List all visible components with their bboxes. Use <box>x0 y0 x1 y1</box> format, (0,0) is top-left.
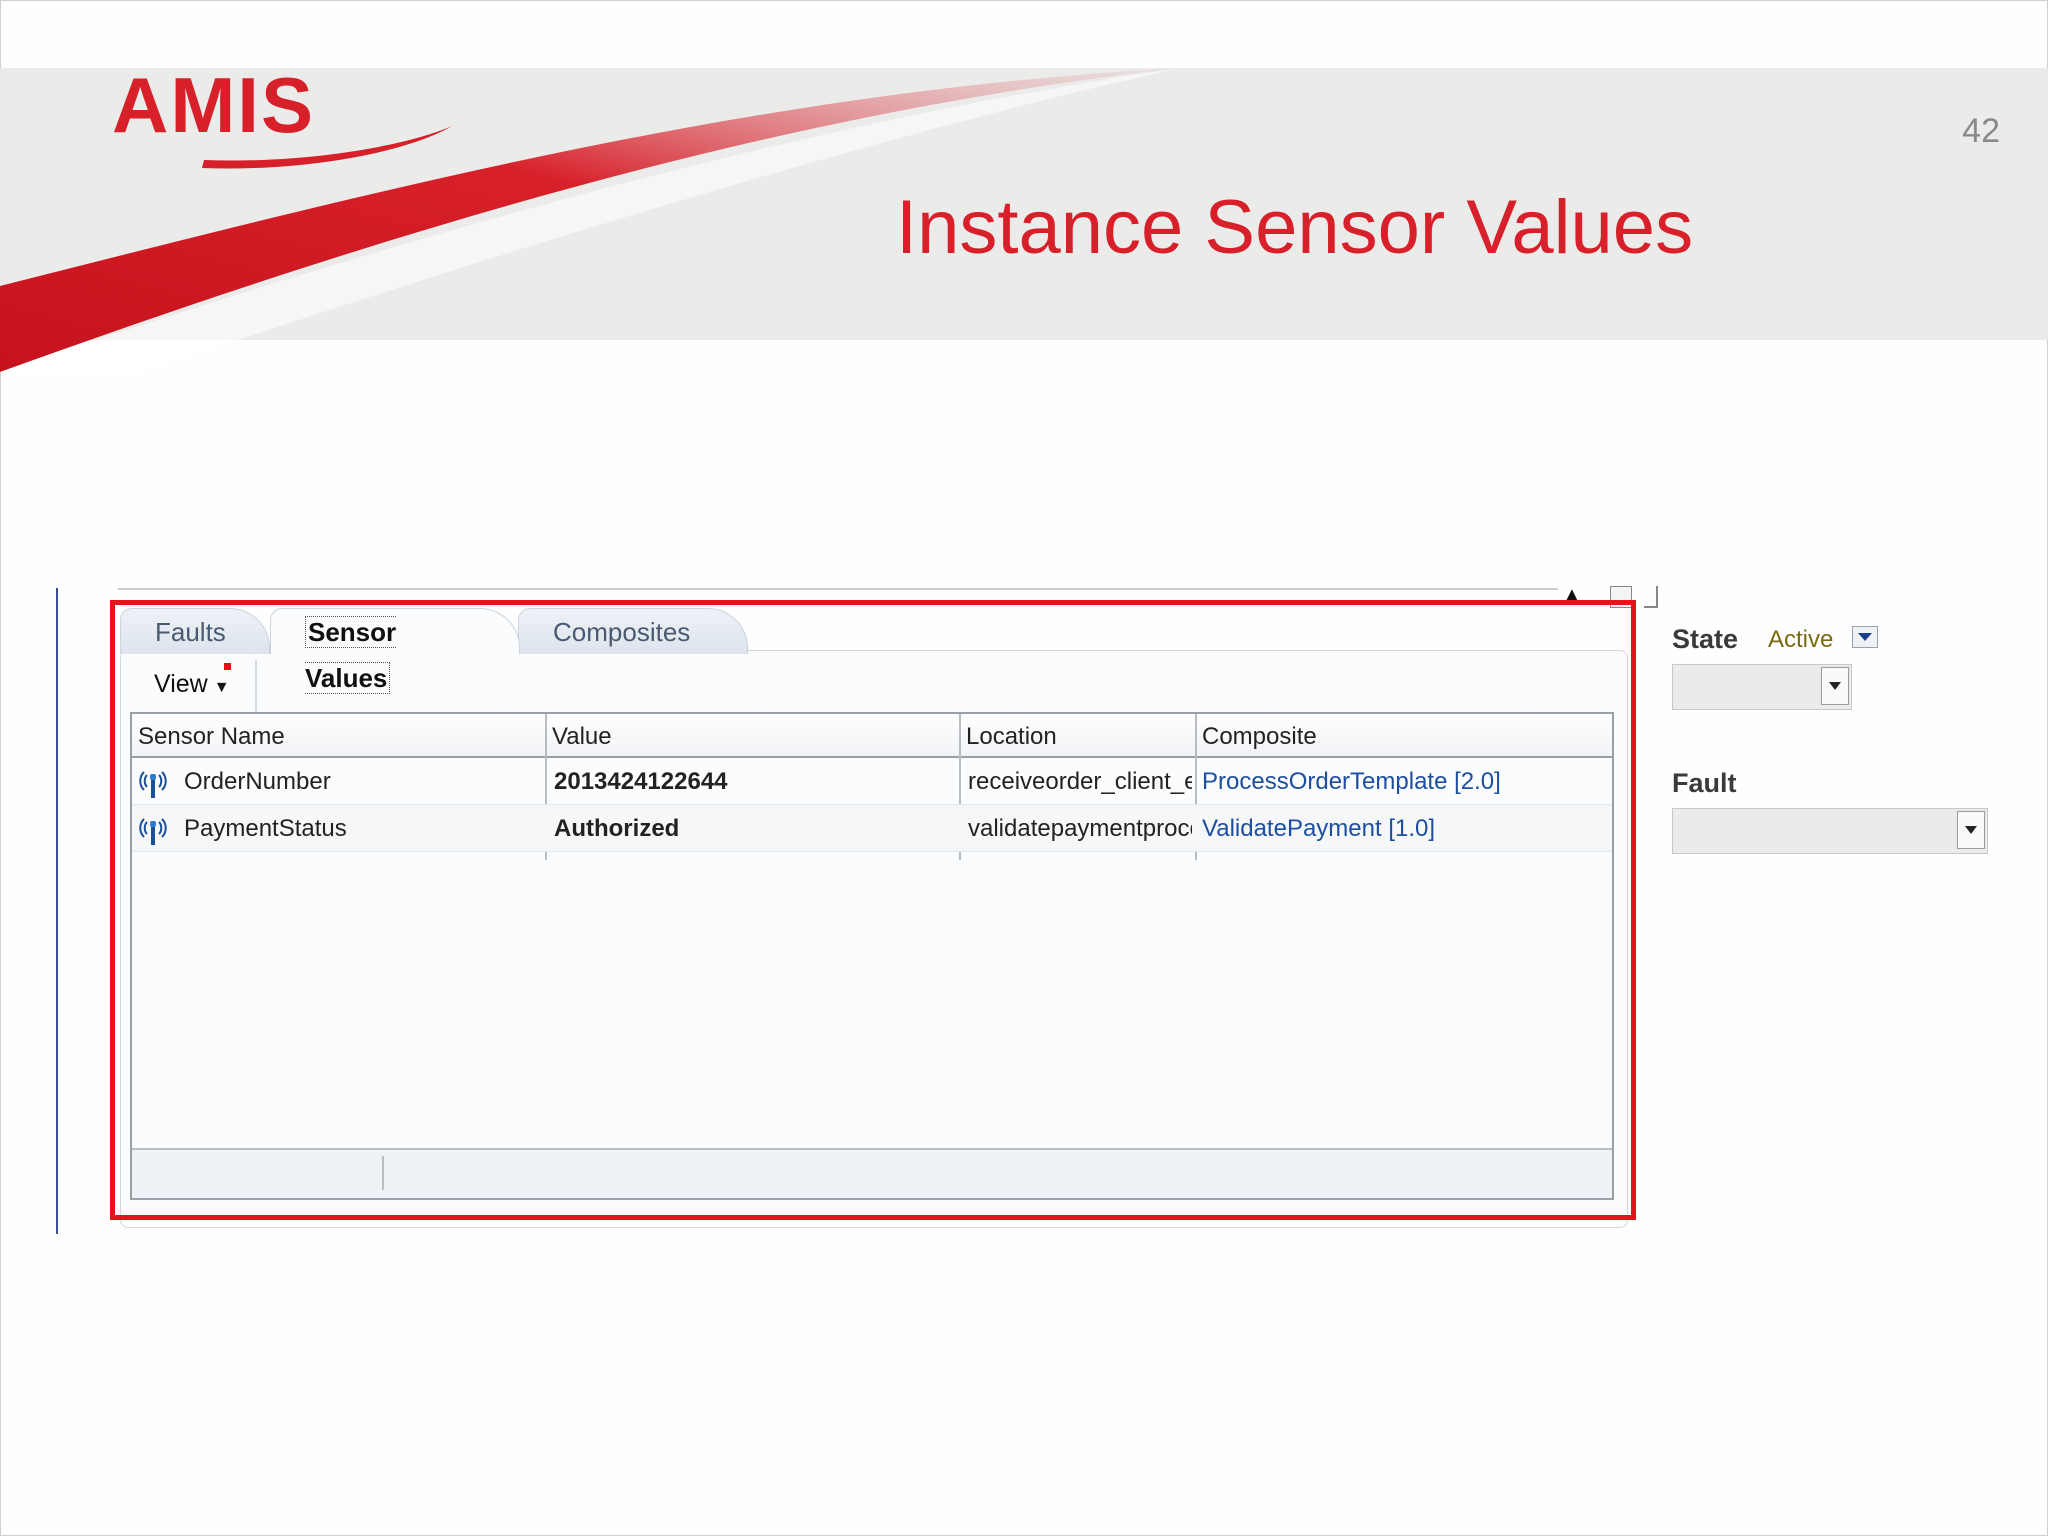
left-rule <box>56 588 58 1234</box>
cell-location: validatepaymentproce <box>968 815 1192 842</box>
tab-label: Composites <box>553 617 691 647</box>
top-divider <box>118 588 1558 590</box>
tab-composites[interactable]: Composites <box>518 608 748 654</box>
chevron-down-icon: ▼ <box>213 679 230 696</box>
tab-label: Faults <box>155 617 226 647</box>
tab-faults[interactable]: Faults <box>120 608 270 654</box>
chevron-down-icon[interactable] <box>1957 811 1985 849</box>
state-label: State <box>1672 624 1739 654</box>
table-row[interactable]: OrderNumber 2013424122644 receiveorder_c… <box>132 758 1612 805</box>
sensor-antenna-icon <box>139 771 167 798</box>
collapse-arrow-icon[interactable]: ▲ <box>1562 584 1582 607</box>
state-select[interactable] <box>1672 664 1852 710</box>
sensor-table: Sensor Name Value Location Composite Ord… <box>130 712 1614 1200</box>
toolbar-divider <box>255 660 257 712</box>
table-footer <box>132 1148 1612 1198</box>
composite-link[interactable]: ValidatePayment [1.0] <box>1202 805 1602 851</box>
fault-select[interactable] <box>1672 808 1988 854</box>
chevron-down-icon[interactable] <box>1821 667 1849 705</box>
composite-link[interactable]: ProcessOrderTemplate [2.0] <box>1202 758 1602 804</box>
cell-value: Authorized <box>554 815 680 842</box>
slide-number: 42 <box>1962 112 2000 150</box>
state-dropdown-icon[interactable] <box>1852 626 1878 648</box>
view-menu-button[interactable]: View ▼ <box>154 670 230 699</box>
slide-title: Instance Sensor Values <box>896 185 1694 270</box>
cell-value: 2013424122644 <box>554 768 728 795</box>
table-row[interactable]: PaymentStatus Authorized validatepayment… <box>132 805 1612 852</box>
amis-logo: AMIS <box>112 60 472 190</box>
logo-swoosh <box>202 126 452 169</box>
column-header-composite[interactable]: Composite <box>1196 714 1612 758</box>
resize-handle-icon[interactable] <box>1644 586 1658 608</box>
sensor-antenna-icon <box>139 818 167 845</box>
tab-sensor-values[interactable]: Sensor Values <box>270 608 520 694</box>
footer-divider <box>382 1156 384 1190</box>
fault-label: Fault <box>1672 768 1737 798</box>
cell-sensor-name: OrderNumber <box>184 768 331 795</box>
column-header-value[interactable]: Value <box>546 714 960 758</box>
view-label: View <box>154 670 208 698</box>
cell-location: receiveorder_client_e <box>968 768 1192 795</box>
column-header-location[interactable]: Location <box>960 714 1196 758</box>
cell-sensor-name: PaymentStatus <box>184 815 347 842</box>
column-header-sensor-name[interactable]: Sensor Name <box>132 714 546 758</box>
state-value[interactable]: Active <box>1768 626 1833 654</box>
indicator-dot-icon <box>224 663 231 670</box>
restore-icon[interactable] <box>1610 586 1632 608</box>
